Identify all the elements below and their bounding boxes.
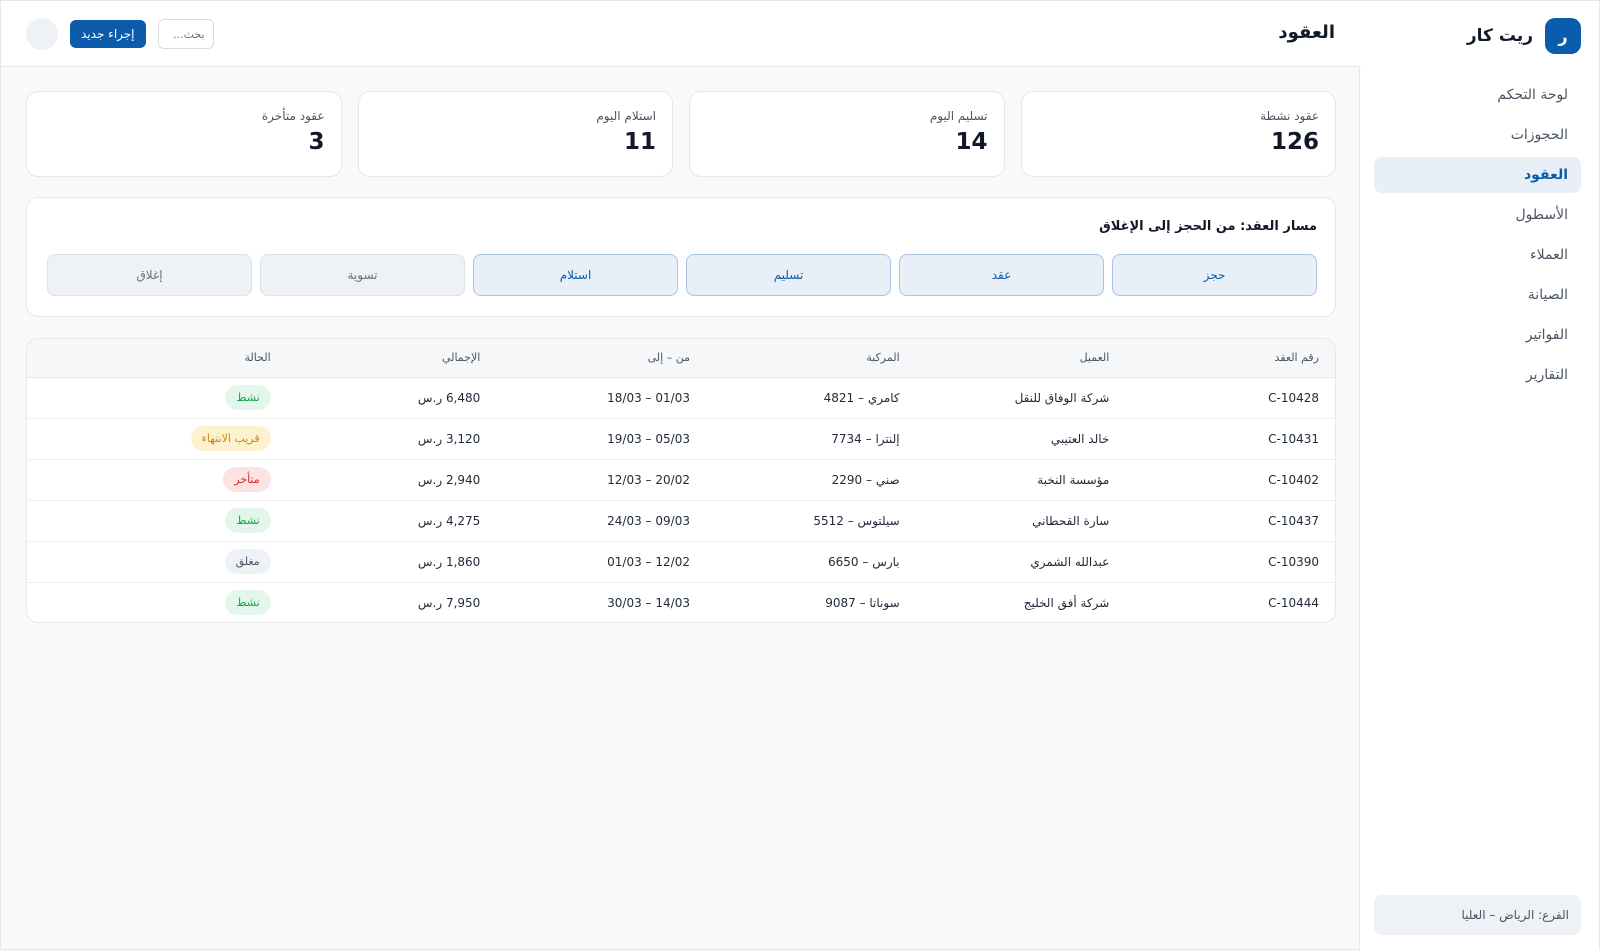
cell-customer: شركة الوفاق للنقل xyxy=(1014,390,1110,405)
stat-label: عقود نشطة xyxy=(1260,109,1319,123)
column-header-contract-id[interactable]: رقم العقد xyxy=(1125,339,1335,377)
page-title: العقود xyxy=(1278,22,1335,43)
table-row[interactable]: C-10437 سارة القحطاني سيلتوس – 5512 09/0… xyxy=(27,500,1335,541)
cell-total: 1,860 ر.س xyxy=(417,554,481,569)
stat-card-overdue-contracts: عقود متأخرة 3 xyxy=(26,91,342,177)
cell-vehicle: إلنترا – 7734 xyxy=(831,431,900,446)
step-settlement[interactable]: تسوية xyxy=(260,254,465,296)
search-input[interactable] xyxy=(157,19,214,49)
stat-label: عقود متأخرة xyxy=(261,109,325,123)
branch-selector[interactable]: الفرع: الرياض – العليا xyxy=(1374,895,1581,935)
cell-customer: مؤسسة النخبة xyxy=(1037,472,1110,487)
cell-status: مغلق xyxy=(27,541,287,582)
stat-card-deliveries-today: تسليم اليوم 14 xyxy=(689,91,1005,177)
status-badge: قريب الانتهاء xyxy=(190,426,271,451)
cell-period: 01/03 – 18/03 xyxy=(607,390,690,405)
cell-vehicle: سيلتوس – 5512 xyxy=(813,513,900,528)
cell-period: 05/03 – 19/03 xyxy=(607,431,690,446)
stat-value: 3 xyxy=(308,129,325,155)
avatar[interactable] xyxy=(26,18,58,50)
status-badge: نشط xyxy=(225,385,271,410)
contracts-table: رقم العقد العميل المركبة من – إلى الإجما… xyxy=(26,338,1336,623)
column-header-period[interactable]: من – إلى xyxy=(496,339,706,377)
column-header-vehicle[interactable]: المركبة xyxy=(706,339,916,377)
sidebar-item-customers[interactable]: العملاء xyxy=(1374,237,1581,273)
cell-contract-id: C-10390 xyxy=(1268,554,1319,569)
sidebar-item-invoices[interactable]: الفواتير xyxy=(1374,317,1581,353)
cell-total: 4,275 ر.س xyxy=(417,513,481,528)
column-header-customer[interactable]: العميل xyxy=(916,339,1126,377)
pipeline-title: مسار العقد: من الحجز إلى الإغلاق xyxy=(1099,219,1317,234)
brand-name: ريت كار xyxy=(1466,26,1533,46)
cell-total: 2,940 ر.س xyxy=(417,472,481,487)
sidebar-item-maintenance[interactable]: الصيانة xyxy=(1374,277,1581,313)
sidebar: ر ريت كار لوحة التحكم الحجوزات العقود ال… xyxy=(1359,1,1599,951)
contract-pipeline: مسار العقد: من الحجز إلى الإغلاق حجز عقد… xyxy=(26,197,1336,317)
step-booking[interactable]: حجز xyxy=(1112,254,1317,296)
header-actions: إجراء جديد xyxy=(26,18,214,50)
stat-value: 126 xyxy=(1270,129,1319,155)
step-return[interactable]: استلام xyxy=(473,254,678,296)
sidebar-item-reports[interactable]: التقارير xyxy=(1374,357,1581,393)
cell-customer: خالد العتيبي xyxy=(1050,431,1110,446)
cell-contract-id: C-10444 xyxy=(1268,595,1319,610)
brand-logo-icon: ر xyxy=(1545,18,1581,54)
cell-contract-id: C-10402 xyxy=(1268,472,1319,487)
column-header-status[interactable]: الحالة xyxy=(27,339,287,377)
stat-value: 14 xyxy=(955,129,988,155)
cell-vehicle: صني – 2290 xyxy=(831,472,900,487)
top-header: العقود إجراء جديد xyxy=(1,1,1361,67)
sidebar-item-contracts[interactable]: العقود xyxy=(1374,157,1581,193)
stat-card-active-contracts: عقود نشطة 126 xyxy=(1020,91,1336,177)
status-badge: متأخر xyxy=(223,467,271,492)
cell-customer: عبدالله الشمري xyxy=(1030,554,1110,569)
stat-value: 11 xyxy=(623,129,656,155)
cell-status: نشط xyxy=(27,377,287,418)
cell-vehicle: كامري – 4821 xyxy=(823,390,900,405)
step-close[interactable]: إغلاق xyxy=(47,254,252,296)
status-badge: مغلق xyxy=(224,549,271,574)
cell-vehicle: بارس – 6650 xyxy=(828,554,900,569)
cell-contract-id: C-10428 xyxy=(1268,390,1319,405)
sidebar-item-bookings[interactable]: الحجوزات xyxy=(1374,117,1581,153)
cell-period: 12/02 – 01/03 xyxy=(607,554,690,569)
cell-status: قريب الانتهاء xyxy=(27,418,287,459)
status-badge: نشط xyxy=(225,508,271,533)
cell-status: متأخر xyxy=(27,459,287,500)
stat-label: تسليم اليوم xyxy=(929,109,988,123)
sidebar-item-fleet[interactable]: الأسطول xyxy=(1374,197,1581,233)
table-row[interactable]: C-10444 شركة أفق الخليج سوناتا – 9087 14… xyxy=(27,582,1335,622)
status-badge: نشط xyxy=(225,590,271,616)
table-row[interactable]: C-10402 مؤسسة النخبة صني – 2290 20/02 – … xyxy=(27,459,1335,500)
cell-contract-id: C-10437 xyxy=(1268,513,1319,528)
stat-label: استلام اليوم xyxy=(596,109,656,123)
column-header-total[interactable]: الإجمالي xyxy=(287,339,497,377)
table-row[interactable]: C-10390 عبدالله الشمري بارس – 6650 12/02… xyxy=(27,541,1335,582)
table-row[interactable]: C-10431 خالد العتيبي إلنترا – 7734 05/03… xyxy=(27,418,1335,459)
cell-vehicle: سوناتا – 9087 xyxy=(825,595,900,610)
cell-customer: سارة القحطاني xyxy=(1032,513,1110,528)
cell-total: 7,950 ر.س xyxy=(417,595,481,610)
cell-period: 09/03 – 24/03 xyxy=(607,513,690,528)
app-window: ر ريت كار لوحة التحكم الحجوزات العقود ال… xyxy=(0,0,1600,951)
cell-period: 20/02 – 12/03 xyxy=(607,472,690,487)
cell-status: نشط xyxy=(27,582,287,622)
table-row[interactable]: C-10428 شركة الوفاق للنقل كامري – 4821 0… xyxy=(27,377,1335,418)
cell-total: 6,480 ر.س xyxy=(417,390,481,405)
new-action-button[interactable]: إجراء جديد xyxy=(70,20,146,48)
cell-total: 3,120 ر.س xyxy=(417,431,481,446)
pipeline-steps: حجز عقد تسليم استلام تسوية إغلاق xyxy=(47,254,1317,296)
step-delivery[interactable]: تسليم xyxy=(686,254,891,296)
stat-card-returns-today: استلام اليوم 11 xyxy=(357,91,673,177)
cell-status: نشط xyxy=(27,500,287,541)
cell-customer: شركة أفق الخليج xyxy=(1023,595,1110,610)
table-header-row: رقم العقد العميل المركبة من – إلى الإجما… xyxy=(27,339,1335,377)
brand[interactable]: ر ريت كار xyxy=(1467,18,1581,54)
stats-row: عقود نشطة 126 تسليم اليوم 14 استلام اليو… xyxy=(26,91,1336,177)
step-contract[interactable]: عقد xyxy=(899,254,1104,296)
sidebar-nav: لوحة التحكم الحجوزات العقود الأسطول العم… xyxy=(1374,77,1581,397)
sidebar-item-dashboard[interactable]: لوحة التحكم xyxy=(1374,77,1581,113)
cell-period: 14/03 – 30/03 xyxy=(607,595,690,610)
cell-contract-id: C-10431 xyxy=(1268,431,1319,446)
